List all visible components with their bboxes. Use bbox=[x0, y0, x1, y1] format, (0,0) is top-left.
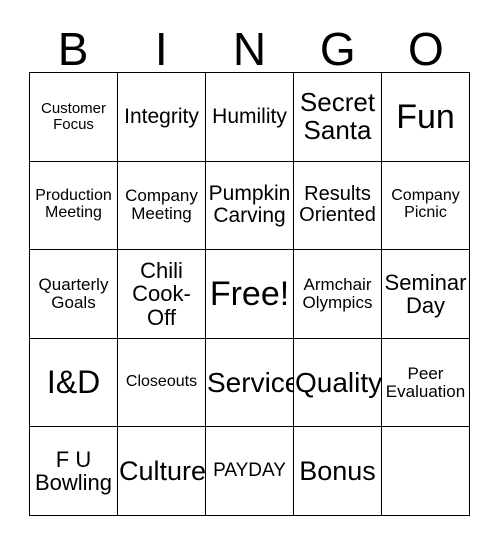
bingo-free-space[interactable]: Free! bbox=[206, 250, 294, 339]
bingo-cell-i5[interactable]: Culture bbox=[118, 427, 206, 516]
bingo-cell-i2[interactable]: Company Meeting bbox=[118, 161, 206, 251]
bingo-header: B I N G O bbox=[29, 18, 470, 72]
bingo-cell-b1[interactable]: Customer Focus bbox=[30, 73, 118, 162]
bingo-cell-label: Service bbox=[207, 366, 294, 398]
bingo-grid: Customer Focus Integrity Humility Secret Sa… bbox=[29, 72, 470, 516]
bingo-cell-o2[interactable]: Company Picnic bbox=[382, 161, 470, 251]
bingo-cell-label: Quarterly Goals bbox=[38, 274, 109, 312]
header-letter-b: B bbox=[57, 23, 89, 75]
bingo-cell-g2[interactable]: Results Oriented bbox=[294, 161, 382, 251]
bingo-cell-label: F U Bowling bbox=[34, 446, 113, 496]
bingo-cell-g5[interactable]: Bonus bbox=[294, 427, 382, 516]
bingo-cell-g4[interactable]: Quality bbox=[294, 338, 382, 428]
header-letter-n: N bbox=[232, 23, 267, 75]
bingo-cell-label: Seminar Day bbox=[384, 269, 467, 318]
bingo-cell-label: Production Meeting bbox=[35, 187, 112, 222]
bingo-cell-label: I&D bbox=[46, 363, 101, 400]
bingo-cell-label: Results Oriented bbox=[299, 183, 376, 227]
bingo-cell-label: Fun bbox=[396, 97, 455, 136]
bingo-card: B I N G O Customer Focus Integrity Humilit… bbox=[0, 0, 500, 544]
header-letter-o: O bbox=[408, 23, 444, 75]
bingo-cell-label: Peer Evaluation bbox=[385, 363, 466, 401]
bingo-cell-label: Bonus bbox=[299, 455, 376, 486]
bingo-cell-label: Free! bbox=[209, 274, 290, 313]
bingo-cell-i1[interactable]: Integrity bbox=[118, 73, 206, 162]
bingo-cell-label: Armchair Olympics bbox=[302, 274, 373, 312]
bingo-cell-label: Pumpkin Carving bbox=[208, 182, 291, 228]
bingo-cell-b2[interactable]: Production Meeting bbox=[30, 161, 118, 251]
bingo-cell-label: Company Meeting bbox=[125, 186, 198, 224]
bingo-cell-o1[interactable]: Fun bbox=[382, 73, 470, 162]
bingo-cell-label: Company Picnic bbox=[391, 187, 460, 222]
bingo-cell-o3[interactable]: Seminar Day bbox=[382, 250, 470, 339]
bingo-cell-n2[interactable]: Pumpkin Carving bbox=[206, 161, 294, 251]
header-letter-g: G bbox=[319, 23, 356, 75]
bingo-cell-b3[interactable]: Quarterly Goals bbox=[30, 250, 118, 339]
bingo-cell-n4[interactable]: Service bbox=[206, 338, 294, 428]
bingo-cell-label: Chili Cook- Off bbox=[132, 258, 191, 330]
bingo-cell-i4[interactable]: Closeouts bbox=[118, 338, 206, 428]
bingo-cell-label: Closeouts bbox=[125, 373, 198, 391]
bingo-cell-label: Culture bbox=[119, 455, 206, 486]
bingo-cell-i3[interactable]: Chili Cook- Off bbox=[118, 250, 206, 339]
bingo-cell-label: Integrity bbox=[124, 104, 199, 128]
bingo-cell-g3[interactable]: Armchair Olympics bbox=[294, 250, 382, 339]
bingo-cell-n1[interactable]: Humility bbox=[206, 73, 294, 162]
bingo-cell-label: PAYDAY bbox=[213, 460, 286, 482]
bingo-cell-label: Humility bbox=[212, 104, 287, 128]
bingo-cell-b5[interactable]: F U Bowling bbox=[30, 427, 118, 516]
bingo-cell-o4[interactable]: Peer Evaluation bbox=[382, 338, 470, 428]
bingo-cell-b4[interactable]: I&D bbox=[30, 338, 118, 428]
bingo-cell-label: Customer Focus bbox=[40, 99, 107, 133]
bingo-cell-g1[interactable]: Secret Santa bbox=[294, 73, 382, 162]
bingo-cell-o5[interactable] bbox=[382, 427, 470, 516]
bingo-cell-n5[interactable]: PAYDAY bbox=[206, 427, 294, 516]
header-letter-i: I bbox=[154, 23, 168, 75]
bingo-cell-label: Secret Santa bbox=[299, 87, 376, 145]
bingo-cell-label: Quality bbox=[295, 366, 382, 398]
